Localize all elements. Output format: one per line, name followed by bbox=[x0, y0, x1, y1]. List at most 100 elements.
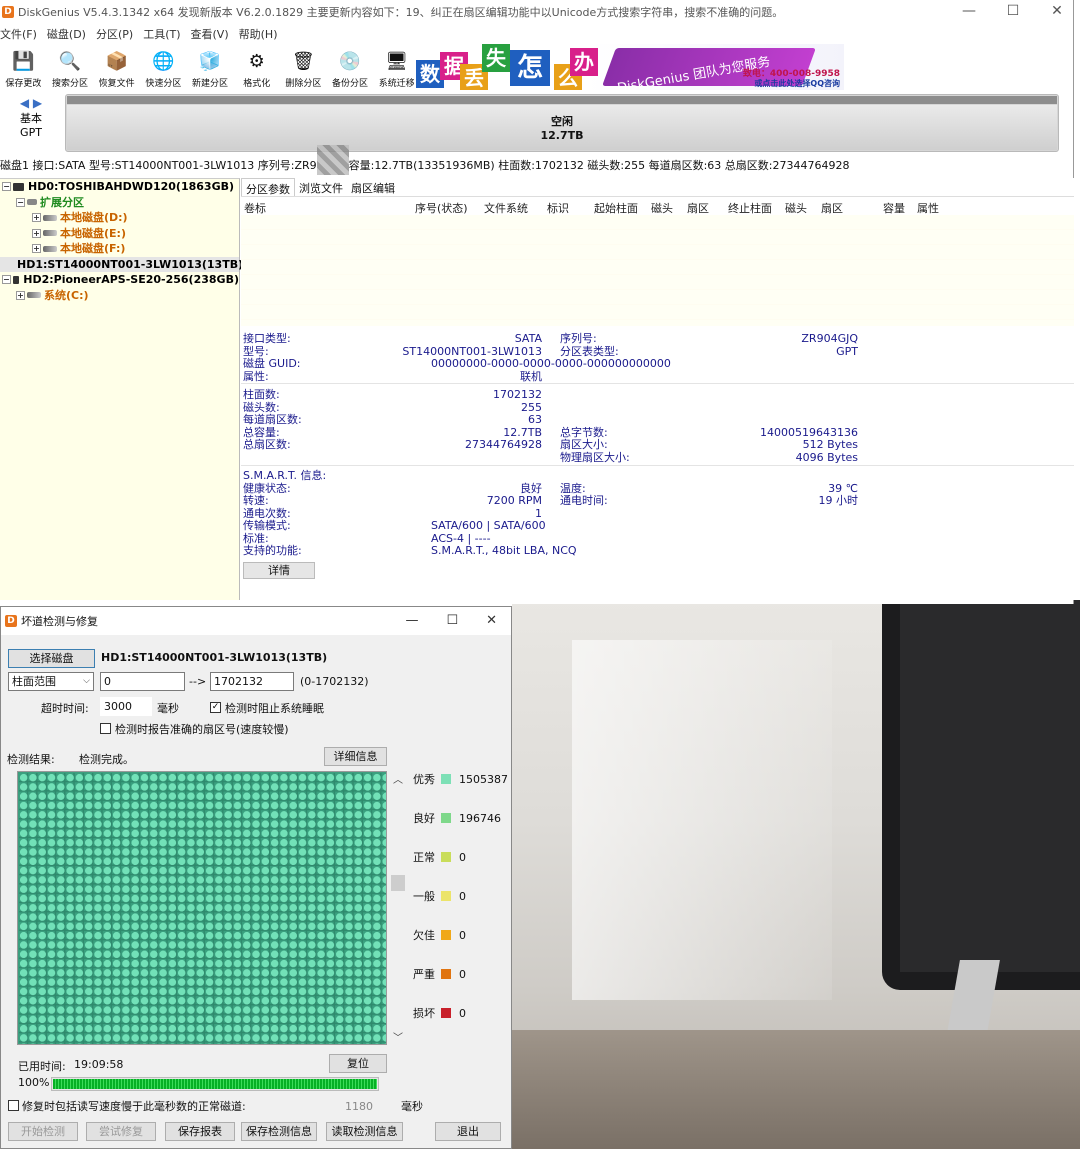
try-repair-button[interactable]: 尝试修复 bbox=[86, 1122, 156, 1141]
toolbar-quick-partition-button[interactable]: 🌐 快速分区 bbox=[140, 44, 187, 90]
col-end-sector[interactable]: 扇区 bbox=[821, 200, 843, 216]
legend-label: 欠佳 bbox=[413, 929, 435, 942]
menu-help[interactable]: 帮助(H) bbox=[239, 26, 278, 42]
close-button[interactable]: ✕ bbox=[1047, 3, 1067, 19]
prevent-sleep-checkbox[interactable]: ✓ bbox=[210, 702, 221, 713]
scroll-up-icon[interactable]: ︿ bbox=[390, 771, 406, 787]
col-index-status[interactable]: 序号(状态) bbox=[415, 200, 468, 216]
collapse-icon[interactable]: − bbox=[16, 197, 25, 207]
range-from-input[interactable]: 0 bbox=[100, 672, 185, 691]
col-attributes[interactable]: 属性 bbox=[917, 200, 939, 216]
load-detect-info-button[interactable]: 读取检测信息 bbox=[326, 1122, 403, 1141]
scroll-down-icon[interactable]: ﹀ bbox=[390, 1029, 406, 1045]
toolbar-search-partition-button[interactable]: 🔍 搜索分区 bbox=[47, 44, 94, 90]
expand-icon[interactable]: + bbox=[32, 228, 41, 238]
report-exact-sector-label: 检测时报告准确的扇区号(速度较慢) bbox=[115, 723, 289, 736]
range-type-value: 柱面范围 bbox=[12, 675, 56, 688]
dialog-minimize-button[interactable]: — bbox=[405, 613, 418, 628]
hard-disk-icon bbox=[12, 275, 20, 284]
menu-disk[interactable]: 磁盘(D) bbox=[47, 26, 86, 42]
collapse-icon[interactable]: − bbox=[2, 182, 11, 192]
collapse-icon[interactable]: − bbox=[2, 275, 11, 285]
expand-icon[interactable]: + bbox=[16, 290, 25, 300]
report-exact-sector-checkbox[interactable] bbox=[100, 723, 111, 734]
tree-item-hd0[interactable]: − HD0:TOSHIBAHDWD120(1863GB) bbox=[0, 179, 239, 195]
toolbar-save-button[interactable]: 💾 保存更改 bbox=[0, 44, 47, 90]
toolbar-new-partition-button[interactable]: 🧊 新建分区 bbox=[187, 44, 234, 90]
legend-count: 0 bbox=[459, 889, 466, 903]
tree-item-label: HD0:TOSHIBAHDWD120(1863GB) bbox=[28, 180, 235, 193]
col-start-sector[interactable]: 扇区 bbox=[687, 200, 709, 216]
partition-icon bbox=[43, 245, 57, 252]
expand-icon[interactable]: + bbox=[32, 213, 41, 223]
grid-scrollbar[interactable]: ︿ ﹀ bbox=[390, 771, 406, 1045]
partition-table: 卷标 序号(状态) 文件系统 标识 起始柱面 磁头 扇区 终止柱面 磁头 扇区 … bbox=[241, 196, 1074, 326]
legend-label: 损坏 bbox=[413, 1007, 435, 1020]
expand-icon[interactable]: + bbox=[32, 244, 41, 254]
reset-button[interactable]: 复位 bbox=[329, 1054, 387, 1073]
prevent-sleep-label: 检测时阻止系统睡眠 bbox=[225, 702, 324, 715]
tree-item-drive-c[interactable]: + 系统(C:) bbox=[0, 288, 239, 304]
dialog-title-bar[interactable]: D 坏道检测与修复 — ☐ ✕ bbox=[1, 607, 511, 635]
disk-summary-part-b: 容量:12.7TB(13351936MB) 柱面数:1702132 磁头数:25… bbox=[348, 159, 850, 172]
col-id[interactable]: 标识 bbox=[547, 200, 569, 216]
tab-sector-edit[interactable]: 扇区编辑 bbox=[347, 178, 399, 196]
exit-button[interactable]: 退出 bbox=[435, 1122, 501, 1141]
col-start-head[interactable]: 磁头 bbox=[651, 200, 673, 216]
tree-item-hd2[interactable]: − HD2:PioneerAPS-SE20-256(238GB) bbox=[0, 272, 239, 288]
toolbar-label: 新建分区 bbox=[192, 79, 229, 89]
range-type-select[interactable]: 柱面范围 ⌵ bbox=[8, 672, 94, 691]
menu-bar: 文件(F) 磁盘(D) 分区(P) 工具(T) 查看(V) 帮助(H) bbox=[0, 24, 1073, 44]
menu-tools[interactable]: 工具(T) bbox=[143, 26, 180, 42]
disk-type-gpt: GPT bbox=[20, 126, 42, 139]
start-detect-button[interactable]: 开始检测 bbox=[8, 1122, 78, 1141]
support-banner[interactable]: 数 据 丢 失 怎 么 办 DiskGenius 团队为您服务 致电：400-0… bbox=[414, 44, 844, 90]
col-end-cylinder[interactable]: 终止柱面 bbox=[728, 200, 772, 216]
tree-item-hd1[interactable]: HD1:ST14000NT001-3LW1013(13TB) bbox=[0, 256, 243, 272]
window-title: DiskGenius V5.4.3.1342 x64 发现新版本 V6.2.0.… bbox=[18, 6, 784, 19]
dialog-maximize-button[interactable]: ☐ bbox=[446, 613, 458, 628]
dialog-close-button[interactable]: ✕ bbox=[486, 613, 497, 628]
free-space-block[interactable]: 空闲 12.7TB bbox=[67, 105, 1057, 150]
toolbar-recover-files-button[interactable]: 📦 恢复文件 bbox=[93, 44, 140, 90]
toolbar-format-button[interactable]: ⚙ 格式化 bbox=[233, 44, 280, 90]
col-start-cylinder[interactable]: 起始柱面 bbox=[594, 200, 638, 216]
disk-partition-map[interactable]: 空闲 12.7TB bbox=[65, 94, 1059, 152]
repair-threshold-value[interactable]: 1180 bbox=[345, 1100, 373, 1113]
col-volume-label[interactable]: 卷标 bbox=[244, 200, 266, 216]
banner-qq-link[interactable]: 或点击此处选择QQ咨询 bbox=[754, 78, 840, 89]
smart-details-button[interactable]: 详情 bbox=[243, 562, 315, 579]
disk-nav-arrows-icon[interactable]: ◀ ▶ bbox=[6, 96, 56, 110]
tree-item-extended[interactable]: − 扩展分区 bbox=[0, 195, 239, 211]
title-bar[interactable]: D DiskGenius V5.4.3.1342 x64 发现新版本 V6.2.… bbox=[0, 0, 1073, 24]
toolbar-label: 保存更改 bbox=[5, 79, 42, 89]
minimize-button[interactable]: — bbox=[959, 3, 979, 19]
save-detect-info-button[interactable]: 保存检测信息 bbox=[241, 1122, 317, 1141]
tab-partition-params[interactable]: 分区参数 bbox=[241, 178, 295, 196]
tab-browse-files[interactable]: 浏览文件 bbox=[295, 178, 347, 196]
col-filesystem[interactable]: 文件系统 bbox=[484, 200, 528, 216]
legend-swatch bbox=[441, 969, 451, 979]
toolbar-delete-partition-button[interactable]: 🗑 删除分区 bbox=[280, 44, 327, 90]
save-report-button[interactable]: 保存报表 bbox=[165, 1122, 235, 1141]
range-to-input[interactable]: 1702132 bbox=[210, 672, 294, 691]
tree-item-drive-e[interactable]: + 本地磁盘(E:) bbox=[0, 226, 239, 242]
timeout-input[interactable]: 3000 bbox=[100, 697, 152, 716]
tree-item-drive-f[interactable]: + 本地磁盘(F:) bbox=[0, 241, 239, 257]
col-capacity[interactable]: 容量 bbox=[883, 200, 905, 216]
menu-view[interactable]: 查看(V) bbox=[191, 26, 229, 42]
scroll-thumb[interactable] bbox=[391, 875, 405, 891]
menu-file[interactable]: 文件(F) bbox=[0, 26, 37, 42]
app-icon: D bbox=[5, 615, 17, 627]
range-arrow: --> bbox=[189, 675, 207, 688]
detail-info-button[interactable]: 详细信息 bbox=[324, 747, 387, 766]
transfer-mode-value: SATA/600 | SATA/600 bbox=[431, 519, 546, 532]
maximize-button[interactable]: ☐ bbox=[1003, 3, 1023, 19]
menu-partition[interactable]: 分区(P) bbox=[96, 26, 133, 42]
repair-include-slow-checkbox[interactable] bbox=[8, 1100, 19, 1111]
tree-item-drive-d[interactable]: + 本地磁盘(D:) bbox=[0, 210, 239, 226]
col-end-head[interactable]: 磁头 bbox=[785, 200, 807, 216]
toolbar-backup-partition-button[interactable]: 💿 备份分区 bbox=[327, 44, 374, 90]
select-disk-button[interactable]: 选择磁盘 bbox=[8, 649, 95, 668]
cylinders-value: 1702132 bbox=[493, 388, 542, 401]
